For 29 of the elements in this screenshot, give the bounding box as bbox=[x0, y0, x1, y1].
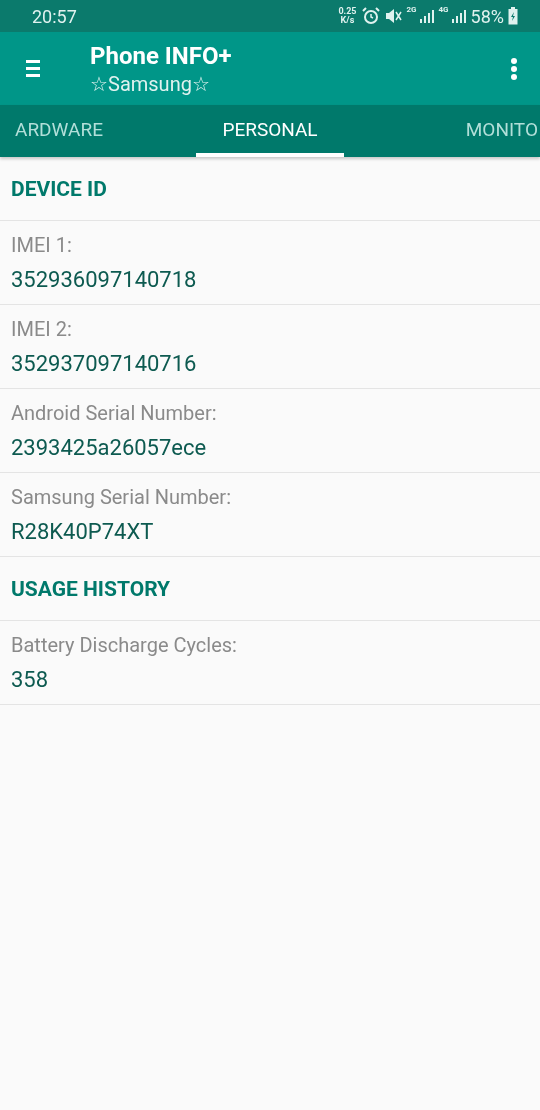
alarm-icon bbox=[362, 7, 381, 25]
network-speed: 0.25 K/s bbox=[338, 7, 357, 25]
more-options-icon[interactable] bbox=[510, 56, 518, 81]
tab[interactable]: ARDWARE bbox=[0, 105, 196, 157]
network-type: 4G bbox=[438, 5, 449, 14]
app-subtitle: ☆Samsung☆ bbox=[90, 71, 211, 96]
field-label: Battery Discharge Cycles: bbox=[11, 633, 238, 657]
menu-icon[interactable] bbox=[26, 59, 40, 78]
section-title: USAGE HISTORY bbox=[11, 576, 171, 601]
mute-icon bbox=[384, 7, 403, 25]
field-label: Samsung Serial Number: bbox=[11, 485, 232, 509]
battery-level: 58% bbox=[470, 5, 504, 27]
field-value: 352937097140716 bbox=[11, 351, 198, 376]
field-value: 2393425a26057ece bbox=[11, 435, 208, 460]
field-value: 352936097140718 bbox=[11, 267, 198, 292]
section-title: DEVICE ID bbox=[11, 176, 107, 201]
network-type: 2G bbox=[406, 5, 417, 14]
status-time: 20:57 bbox=[32, 5, 77, 27]
signal-icon bbox=[450, 9, 467, 23]
field-value: 358 bbox=[11, 667, 50, 692]
field-label: IMEI 2: bbox=[11, 317, 73, 341]
tab[interactable]: MONITO bbox=[344, 105, 540, 157]
battery-charging-icon bbox=[508, 7, 518, 25]
field-label: Android Serial Number: bbox=[11, 401, 218, 425]
field-label: IMEI 1: bbox=[11, 233, 73, 257]
signal-icon bbox=[418, 9, 435, 23]
field-value: R28K40P74XT bbox=[11, 519, 155, 544]
tab[interactable]: PERSONAL bbox=[196, 105, 344, 157]
app-title: Phone INFO+ bbox=[90, 41, 233, 70]
